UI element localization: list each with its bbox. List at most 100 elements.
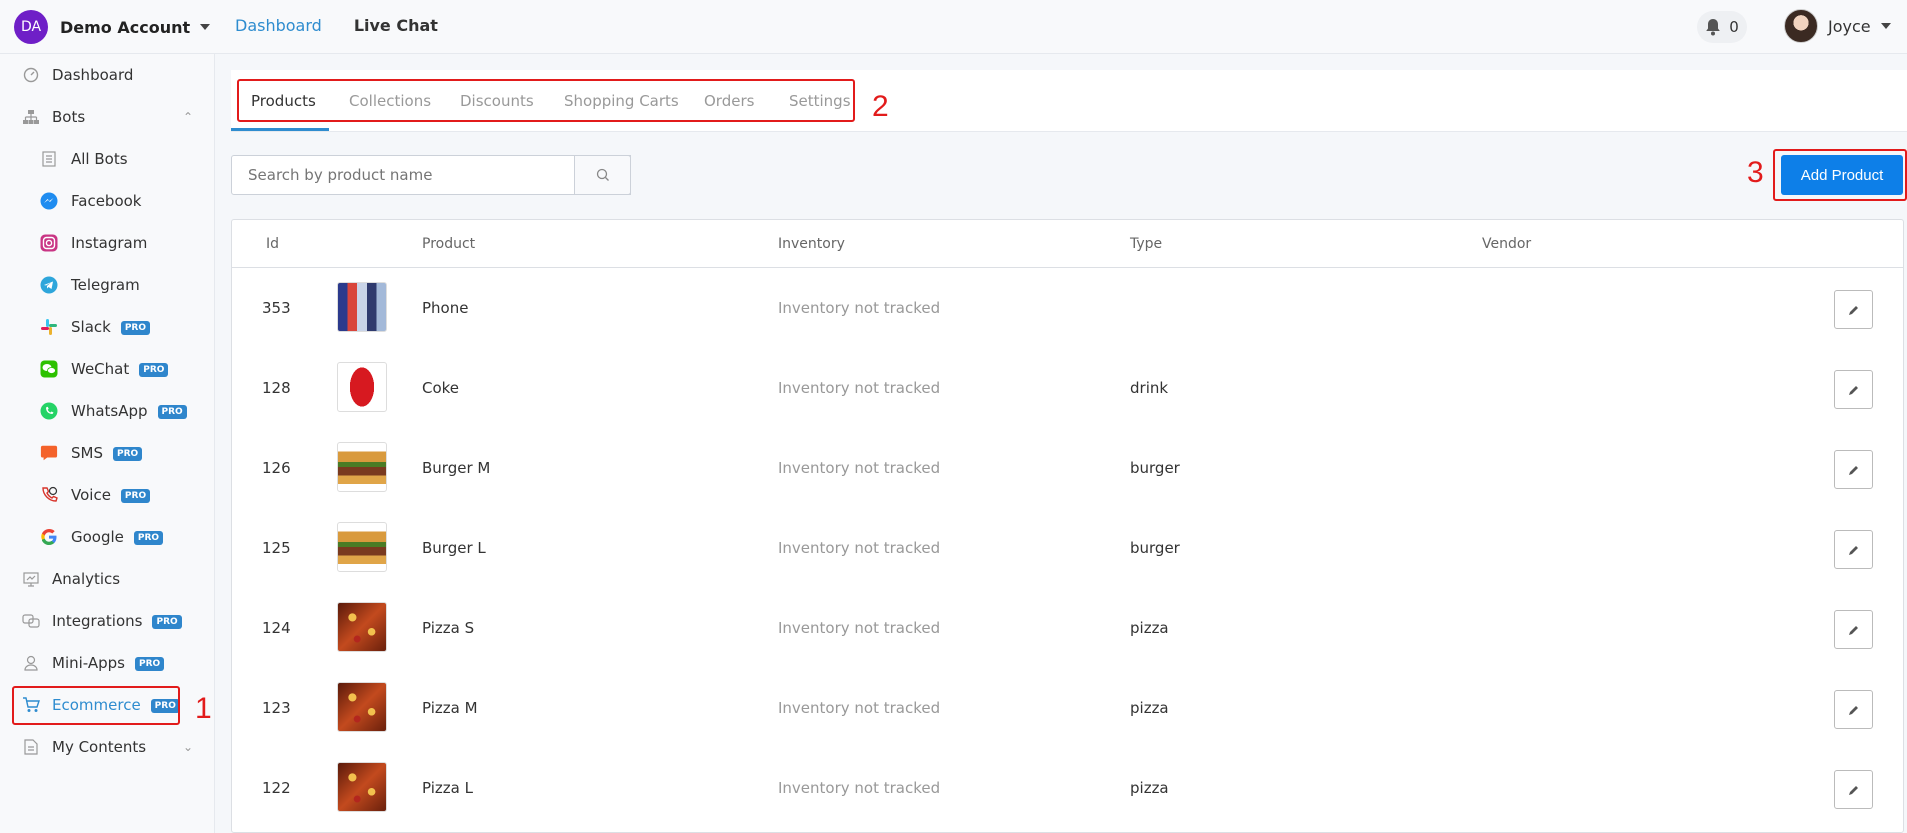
active-tab-indicator: [231, 128, 329, 131]
product-type: pizza: [1130, 699, 1169, 717]
sidebar-item-voice[interactable]: Voice PRO: [0, 478, 215, 512]
slack-icon: [40, 318, 58, 336]
phone-icon: [40, 486, 58, 504]
product-inventory: Inventory not tracked: [778, 779, 941, 797]
sidebar-item-facebook[interactable]: Facebook: [0, 184, 215, 218]
sidebar-item-label: Integrations PRO: [52, 612, 182, 630]
pro-badge: PRO: [120, 488, 151, 503]
account-switcher[interactable]: DA Demo Account: [14, 10, 211, 44]
document-icon: [22, 738, 40, 756]
pro-badge: PRO: [157, 404, 187, 419]
google-icon: [40, 528, 58, 546]
add-product-button[interactable]: Add Product: [1781, 155, 1903, 195]
chevron-down-icon: [200, 24, 211, 30]
sidebar-item-google[interactable]: Google PRO: [0, 520, 215, 554]
sidebar-item-integrations[interactable]: Integrations PRO: [0, 604, 215, 638]
sidebar-item-bots[interactable]: Bots ⌃: [0, 100, 215, 134]
sidebar-item-sms[interactable]: SMS PRO: [0, 436, 215, 470]
product-name[interactable]: Pizza M: [422, 699, 478, 717]
product-name[interactable]: Phone: [422, 299, 468, 317]
user-name: Joyce: [1828, 16, 1871, 36]
account-name: Demo Account: [60, 17, 191, 37]
whatsapp-icon: [40, 402, 58, 420]
edit-product-button[interactable]: [1834, 290, 1873, 329]
sitemap-icon: [22, 108, 40, 126]
product-inventory: Inventory not tracked: [778, 379, 941, 397]
sidebar-item-wechat[interactable]: WeChat PRO: [0, 352, 215, 386]
product-name[interactable]: Pizza S: [422, 619, 474, 637]
sidebar-item-slack[interactable]: Slack PRO: [0, 310, 215, 344]
product-inventory: Inventory not tracked: [778, 299, 941, 317]
product-thumbnail: [337, 362, 387, 412]
product-name[interactable]: Pizza L: [422, 779, 473, 797]
edit-product-button[interactable]: [1834, 610, 1873, 649]
product-thumbnail: [337, 602, 387, 652]
sidebar-item-label: My Contents: [52, 738, 147, 756]
sidebar-item-label: Analytics: [52, 570, 121, 588]
table-row: 123 Pizza M Inventory not tracked pizza: [232, 669, 1903, 749]
sidebar-item-label: Facebook: [71, 192, 142, 210]
sms-icon: [40, 444, 58, 462]
instagram-icon: [40, 234, 58, 252]
nav-dashboard[interactable]: Dashboard: [235, 16, 322, 35]
edit-product-button[interactable]: [1834, 450, 1873, 489]
wechat-icon: [40, 360, 58, 378]
product-thumbnail: [337, 522, 387, 572]
product-name[interactable]: Coke: [422, 379, 459, 397]
telegram-icon: [40, 276, 58, 294]
column-header-vendor: Vendor: [1482, 236, 1532, 252]
product-thumbnail: [337, 762, 387, 812]
product-inventory: Inventory not tracked: [778, 459, 941, 477]
pencil-icon: [1848, 385, 1858, 395]
product-type: burger: [1130, 539, 1180, 557]
sidebar-item-label: All Bots: [71, 150, 128, 168]
sidebar-item-analytics[interactable]: Analytics: [0, 562, 215, 596]
analytics-icon: [22, 570, 40, 588]
product-thumbnail: [337, 282, 387, 332]
product-type: drink: [1130, 379, 1169, 397]
sidebar-item-mini-apps[interactable]: Mini-Apps PRO: [0, 646, 215, 680]
sidebar-item-label: WhatsApp PRO: [71, 402, 187, 420]
table-row: 124 Pizza S Inventory not tracked pizza: [232, 589, 1903, 669]
sidebar-item-label: Dashboard: [52, 66, 134, 84]
pro-badge: PRO: [135, 656, 165, 671]
product-id: 128: [262, 379, 291, 397]
product-id: 123: [262, 699, 291, 717]
product-id: 353: [262, 299, 291, 317]
edit-product-button[interactable]: [1834, 690, 1873, 729]
sidebar-item-instagram[interactable]: Instagram: [0, 226, 215, 260]
annotation-box-tabs: [237, 79, 855, 122]
table-header: Id Product Inventory Type Vendor: [232, 220, 1903, 268]
product-name[interactable]: Burger L: [422, 539, 486, 557]
sidebar-item-label: Google PRO: [71, 528, 164, 546]
product-type: pizza: [1130, 779, 1169, 797]
sidebar-item-dashboard[interactable]: Dashboard: [0, 58, 215, 92]
pencil-icon: [1848, 545, 1858, 555]
search-icon: [596, 168, 609, 181]
pencil-icon: [1848, 705, 1858, 715]
sidebar-item-whatsapp[interactable]: WhatsApp PRO: [0, 394, 215, 428]
edit-product-button[interactable]: [1834, 530, 1873, 569]
sidebar-item-telegram[interactable]: Telegram: [0, 268, 215, 302]
product-thumbnail: [337, 682, 387, 732]
column-header-id: Id: [266, 236, 280, 252]
product-inventory: Inventory not tracked: [778, 699, 941, 717]
product-inventory: Inventory not tracked: [778, 619, 941, 637]
edit-product-button[interactable]: [1834, 770, 1873, 809]
sidebar-item-label: SMS PRO: [71, 444, 143, 462]
search-input[interactable]: [231, 155, 631, 195]
table-row: 126 Burger M Inventory not tracked burger: [232, 429, 1903, 509]
notifications-button[interactable]: 0: [1697, 11, 1747, 43]
user-menu[interactable]: Joyce: [1784, 9, 1891, 43]
messenger-icon: [40, 192, 58, 210]
search-button[interactable]: [574, 155, 631, 195]
sidebar-item-all-bots[interactable]: All Bots: [0, 142, 215, 176]
nav-live-chat[interactable]: Live Chat: [354, 16, 438, 35]
product-id: 125: [262, 539, 291, 557]
sidebar-item-my-contents[interactable]: My Contents ⌄: [0, 730, 215, 764]
product-name[interactable]: Burger M: [422, 459, 490, 477]
pro-badge: PRO: [120, 320, 151, 335]
sidebar-item-label: WeChat PRO: [71, 360, 169, 378]
sidebar-item-label: Voice PRO: [71, 486, 151, 504]
edit-product-button[interactable]: [1834, 370, 1873, 409]
